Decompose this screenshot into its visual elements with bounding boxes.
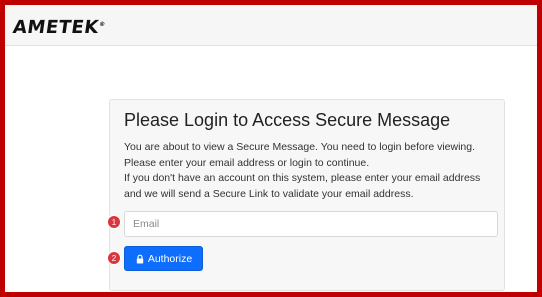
login-card: Please Login to Access Secure Message Yo… xyxy=(109,99,505,291)
logo-trademark: ® xyxy=(98,21,107,28)
email-input[interactable] xyxy=(124,211,498,237)
authorize-label: Authorize xyxy=(147,252,193,265)
step-badge-2: 2 xyxy=(108,252,120,264)
description-line: You are about to view a Secure Message. … xyxy=(124,141,476,153)
page-frame: AMETEK® Please Login to Access Secure Me… xyxy=(5,5,537,292)
step-badge-1: 1 xyxy=(108,216,120,228)
lock-icon xyxy=(135,254,145,264)
description-line: If you don't have an account on this sys… xyxy=(124,172,481,184)
ametek-logo[interactable]: AMETEK® xyxy=(12,17,107,38)
card-description: You are about to view a Secure Message. … xyxy=(124,140,494,202)
description-line: Please enter your email address or login… xyxy=(124,156,370,169)
card-title: Please Login to Access Secure Message xyxy=(124,110,451,130)
authorize-button[interactable]: Authorize xyxy=(124,246,203,271)
description-line: and we will send a Secure Link to valida… xyxy=(124,187,414,200)
top-navbar: AMETEK® xyxy=(5,5,537,46)
logo-text: AMETEK xyxy=(11,17,101,38)
